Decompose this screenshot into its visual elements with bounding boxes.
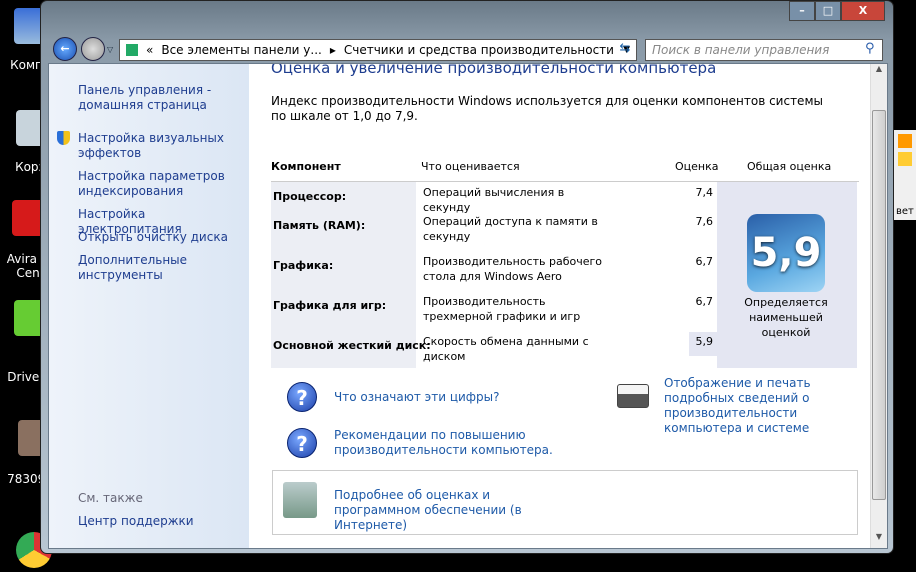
sidebar-link-advanced-tools[interactable]: Дополнительные инструменты — [78, 253, 243, 283]
link-online-info[interactable]: Подробнее об оценках и программном обесп… — [334, 488, 574, 533]
row-score: 7,4 — [695, 186, 714, 199]
control-panel-window: – □ X ← ▽ « Все элементы панели у... ▸ С… — [40, 0, 894, 554]
scores-table: Компонент Что оценивается Оценка Общая о… — [271, 156, 859, 368]
row-what: Операций вычисления в секунду — [423, 186, 565, 214]
search-icon[interactable]: ⚲ — [865, 41, 875, 56]
scroll-up-button[interactable]: ▲ — [871, 64, 887, 80]
sidebar-link-disk-cleanup[interactable]: Открыть очистку диска — [78, 230, 243, 245]
vertical-scrollbar[interactable]: ▲ ▼ — [870, 64, 887, 548]
intro-text: Индекс производительности Windows исполь… — [271, 94, 823, 123]
forward-button[interactable] — [81, 37, 105, 61]
background-window-tile — [898, 134, 912, 148]
row-component: Процессор: — [273, 190, 347, 203]
sidebar: Панель управления - домашняя страница На… — [49, 64, 249, 548]
row-component: Память (RAM): — [273, 219, 366, 232]
row-what: Операций доступа к памяти в секунду — [423, 215, 598, 243]
breadcrumb-all-items[interactable]: Все элементы панели у... — [161, 40, 321, 60]
row-component: Графика для игр: — [273, 299, 387, 312]
scroll-thumb[interactable] — [872, 110, 886, 500]
breadcrumb-performance[interactable]: Счетчики и средства производительности — [344, 40, 614, 60]
scroll-down-button[interactable]: ▼ — [871, 532, 887, 548]
refresh-button[interactable]: ⇆ — [615, 41, 635, 59]
base-score-badge: 5,9 — [747, 214, 825, 292]
header-what: Что оценивается — [421, 160, 520, 173]
sidebar-link-action-center[interactable]: Центр поддержки — [78, 514, 243, 529]
sidebar-link-home[interactable]: Панель управления - домашняя страница — [78, 83, 243, 113]
header-component: Компонент — [271, 160, 341, 173]
see-also-label: См. также — [78, 491, 143, 505]
software-info-icon[interactable] — [283, 482, 317, 518]
row-component: Графика: — [273, 259, 334, 272]
minimize-button[interactable]: – — [789, 1, 815, 21]
printer-icon[interactable] — [617, 384, 649, 408]
row-what: Скорость обмена данными с диском — [423, 335, 589, 363]
back-button[interactable]: ← — [53, 37, 77, 61]
row-what: Производительность трехмерной графики и … — [423, 295, 581, 323]
page-title: Оценка и увеличение производительности к… — [271, 63, 717, 77]
link-print-details[interactable]: Отображение и печать подробных сведений … — [664, 376, 864, 436]
search-input[interactable]: Поиск в панели управления — [645, 39, 883, 61]
row-score: 6,7 — [695, 295, 714, 308]
row-score: 5,9 — [695, 335, 714, 348]
header-overall: Общая оценка — [747, 160, 832, 173]
sidebar-link-visual-effects[interactable]: Настройка визуальных эффектов — [78, 131, 243, 161]
row-what: Производительность рабочего стола для Wi… — [423, 255, 603, 283]
background-window-tile — [898, 152, 912, 166]
main-panel: Оценка и увеличение производительности к… — [251, 64, 871, 548]
sidebar-link-indexing[interactable]: Настройка параметров индексирования — [78, 169, 243, 199]
maximize-button[interactable]: □ — [815, 1, 841, 21]
breadcrumb-overflow[interactable]: « — [146, 40, 153, 60]
link-what-numbers-mean[interactable]: Что означают эти цифры? — [334, 390, 500, 405]
help-question-icon[interactable]: ? — [287, 382, 317, 412]
row-component: Основной жесткий диск: — [273, 339, 431, 352]
address-bar[interactable]: « Все элементы панели у... ▸ Счетчики и … — [119, 39, 637, 61]
link-performance-tips[interactable]: Рекомендации по повышению производительн… — [334, 428, 554, 458]
background-window[interactable]: вет — [894, 130, 916, 220]
background-window-text: вет — [896, 206, 914, 217]
history-dropdown-icon[interactable]: ▽ — [107, 45, 113, 54]
header-score: Оценка — [675, 160, 719, 173]
row-score: 7,6 — [695, 215, 714, 228]
close-button[interactable]: X — [841, 1, 885, 21]
help-question-icon[interactable]: ? — [287, 428, 317, 458]
row-score: 6,7 — [695, 255, 714, 268]
breadcrumb-separator[interactable]: ▸ — [330, 40, 336, 60]
control-panel-icon — [126, 44, 138, 56]
content-area: Панель управления - домашняя страница На… — [48, 63, 888, 549]
base-score-note: Определяется наименьшей оценкой — [744, 296, 828, 339]
shield-icon — [57, 131, 70, 145]
